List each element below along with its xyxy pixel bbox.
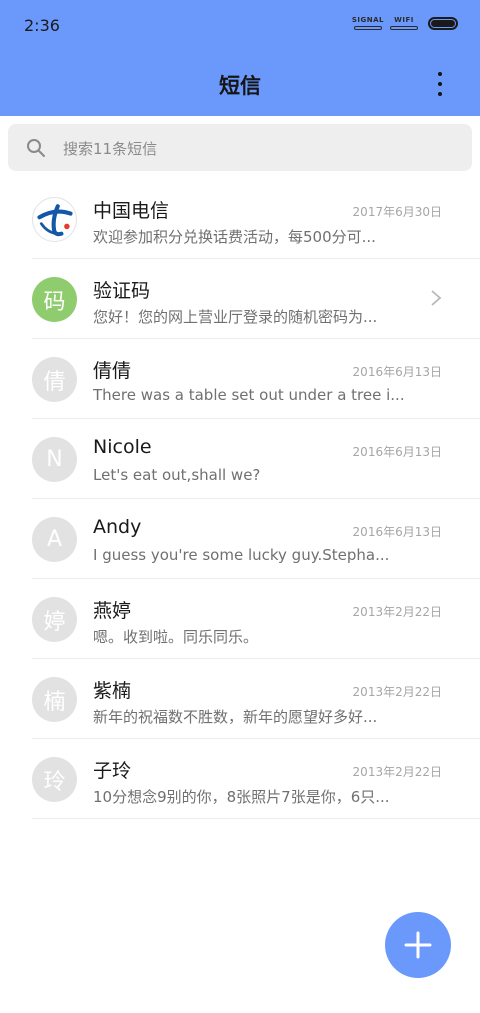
search-placeholder: 搜索11条短信: [63, 140, 158, 158]
wifi-indicator: WIFI: [390, 16, 418, 30]
avatar: A: [32, 517, 77, 562]
conversation-item[interactable]: N Nicole Let's eat out,shall we? 2016年6月…: [0, 419, 480, 499]
avatar: 婷: [32, 597, 77, 642]
search-input[interactable]: 搜索11条短信: [8, 124, 472, 171]
avatar: 楠: [32, 677, 77, 722]
app-header: 短信: [0, 54, 480, 116]
avatar: N: [32, 437, 77, 482]
signal-indicator: SIGNAL: [352, 16, 384, 30]
conversation-item[interactable]: 玲 子玲 10分想念9别的你，8张照片7张是你，6只... 2013年2月22日: [0, 739, 480, 819]
wifi-icon: [390, 26, 418, 30]
wifi-label: WIFI: [394, 16, 414, 24]
message-snippet: I guess you're some lucky guy.Stepha...: [93, 546, 390, 564]
message-date: 2016年6月13日: [352, 445, 442, 459]
message-snippet: 嗯。收到啦。同乐同乐。: [93, 628, 259, 646]
message-date: 2013年2月22日: [352, 685, 442, 699]
plus-icon: [404, 931, 432, 959]
page-title: 短信: [219, 74, 261, 98]
status-bar: 2:36 SIGNAL WIFI: [0, 0, 480, 54]
contact-name: Nicole: [93, 436, 152, 458]
signal-label: SIGNAL: [351, 16, 384, 24]
chevron-right-icon: [431, 290, 442, 306]
avatar: 玲: [32, 757, 77, 802]
china-telecom-logo-icon: [32, 197, 77, 242]
conversation-item[interactable]: 婷 燕婷 嗯。收到啦。同乐同乐。 2013年2月22日: [0, 579, 480, 659]
contact-name: 子玲: [93, 760, 132, 782]
contact-name: Andy: [93, 516, 142, 538]
message-snippet: 欢迎参加积分兑换话费活动，每500分可...: [93, 228, 376, 246]
avatar: 码: [32, 277, 77, 322]
conversation-item[interactable]: 倩 倩倩 There was a table set out under a t…: [0, 339, 480, 419]
conversation-item[interactable]: 码 验证码 您好！您的网上营业厅登录的随机密码为...: [0, 259, 480, 339]
message-date: 2013年2月22日: [352, 605, 442, 619]
conversation-item[interactable]: 中国电信 欢迎参加积分兑换话费活动，每500分可... 2017年6月30日: [0, 179, 480, 259]
divider: [32, 818, 480, 819]
contact-name: 中国电信: [93, 200, 170, 222]
message-date: 2016年6月13日: [352, 365, 442, 379]
search-icon: [27, 139, 45, 157]
more-vert-icon[interactable]: [430, 72, 450, 96]
message-snippet: 10分想念9别的你，8张照片7张是你，6只...: [93, 788, 390, 806]
conversation-list: 中国电信 欢迎参加积分兑换话费活动，每500分可... 2017年6月30日 码…: [0, 179, 480, 819]
status-time: 2:36: [24, 16, 60, 35]
message-date: 2017年6月30日: [352, 205, 442, 219]
message-snippet: 您好！您的网上营业厅登录的随机密码为...: [93, 308, 378, 326]
contact-name: 燕婷: [93, 600, 132, 622]
message-date: 2016年6月13日: [352, 525, 442, 539]
contact-name: 倩倩: [93, 360, 132, 382]
new-message-button[interactable]: [385, 912, 451, 978]
message-snippet: Let's eat out,shall we?: [93, 466, 261, 484]
conversation-item[interactable]: 楠 紫楠 新年的祝福数不胜数，新年的愿望好多好... 2013年2月22日: [0, 659, 480, 739]
message-date: 2013年2月22日: [352, 765, 442, 779]
contact-name: 验证码: [93, 280, 151, 302]
contact-name: 紫楠: [93, 680, 132, 702]
message-snippet: 新年的祝福数不胜数，新年的愿望好多好...: [93, 708, 378, 726]
message-snippet: There was a table set out under a tree i…: [93, 386, 405, 404]
conversation-item[interactable]: A Andy I guess you're some lucky guy.Ste…: [0, 499, 480, 579]
battery-icon: [428, 17, 458, 30]
avatar: 倩: [32, 357, 77, 402]
status-indicators: SIGNAL WIFI: [352, 16, 458, 30]
signal-icon: [353, 26, 382, 30]
